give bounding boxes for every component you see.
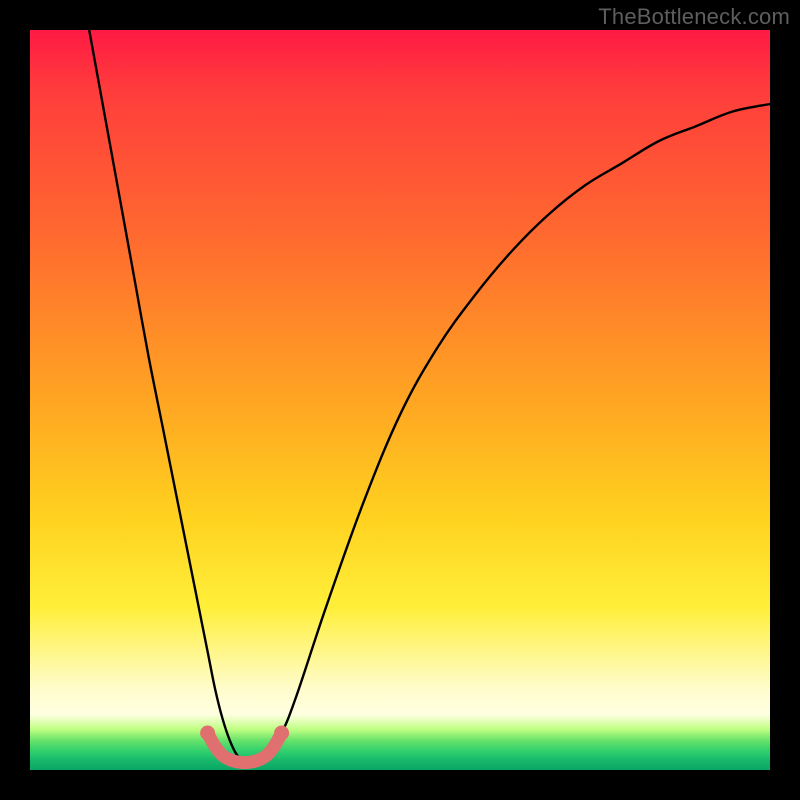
chart-frame: TheBottleneck.com [0, 0, 800, 800]
bottleneck-curve [89, 30, 770, 763]
plot-area [30, 30, 770, 770]
optimal-marker [208, 733, 282, 763]
optimal-marker-endpoint [200, 726, 215, 741]
chart-svg [30, 30, 770, 770]
optimal-marker-endpoint [274, 726, 289, 741]
watermark-text: TheBottleneck.com [598, 4, 790, 30]
